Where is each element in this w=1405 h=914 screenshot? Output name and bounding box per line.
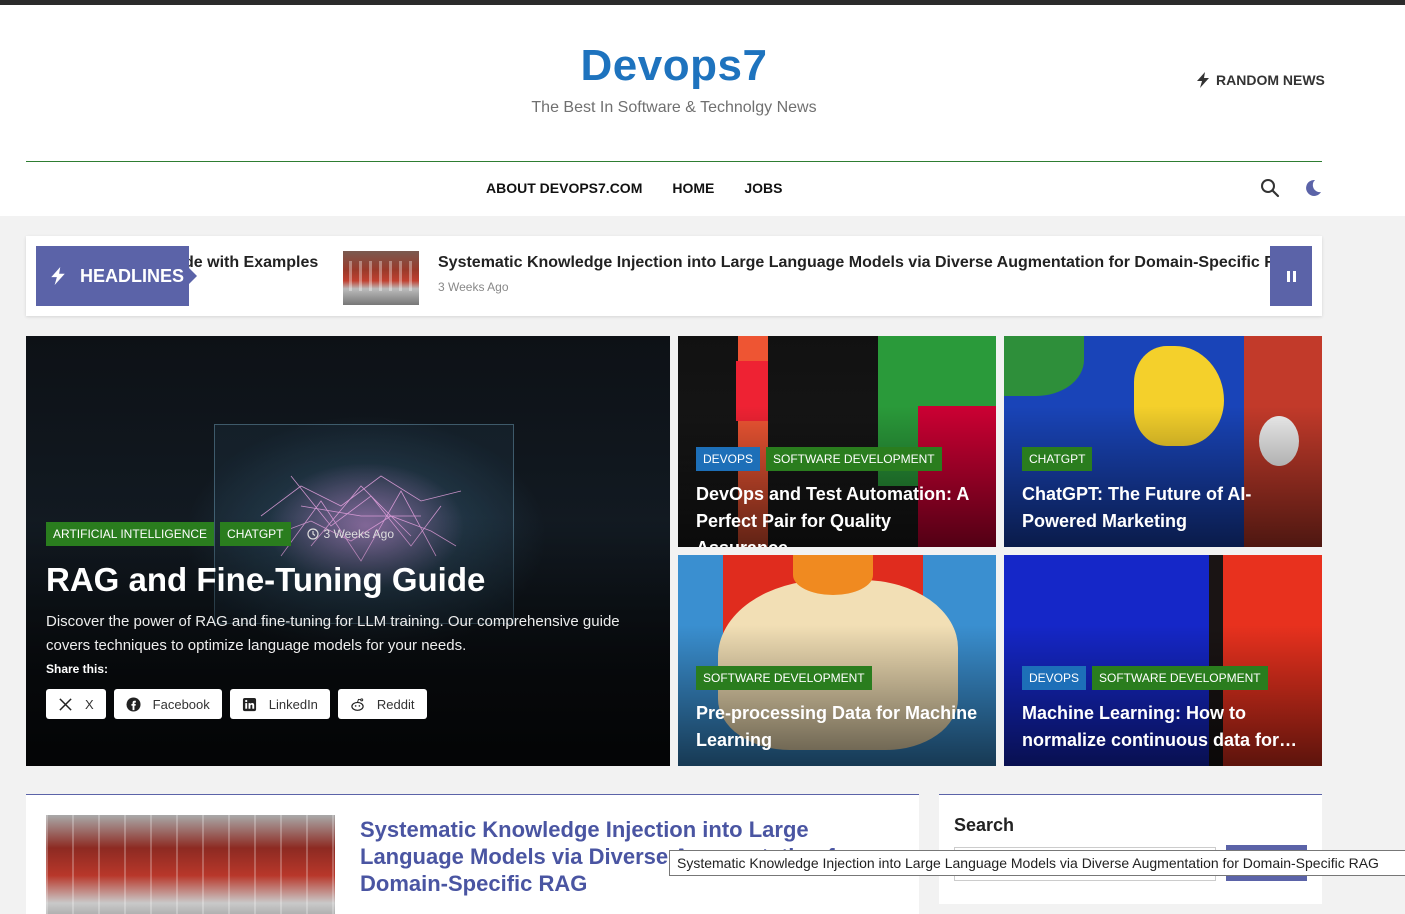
link-tooltip: Systematic Knowledge Injection into Larg… [669, 850, 1405, 876]
search-widget-title: Search [954, 815, 1015, 835]
card-categories: DEVOPS SOFTWARE DEVELOPMENT [1022, 666, 1268, 690]
share-reddit-button[interactable]: Reddit [337, 689, 427, 719]
linkedin-icon [242, 697, 256, 711]
ticker-item-time: 3 Weeks Ago [438, 280, 509, 294]
site-tagline: The Best In Software & Technolgy News [531, 99, 817, 116]
share-reddit-label: Reddit [376, 696, 415, 712]
featured-card[interactable]: DEVOPS SOFTWARE DEVELOPMENT DevOps and T… [678, 336, 996, 547]
category-badge[interactable]: CHATGPT [1022, 447, 1093, 471]
category-badge[interactable]: DEVOPS [1022, 666, 1087, 690]
reddit-icon [351, 697, 364, 711]
category-badge[interactable]: DEVOPS [696, 447, 761, 471]
headlines-text: HEADLINES [80, 265, 185, 286]
hero-post-time: 3 Weeks Ago [306, 522, 395, 546]
share-facebook-button[interactable]: Facebook [113, 689, 222, 719]
share-x-button[interactable]: X [46, 689, 106, 719]
ticker-item-fragment[interactable]: de with Examples [184, 254, 318, 272]
ticker-item-thumbnail[interactable] [343, 251, 419, 305]
nav-item-home[interactable]: HOME [672, 180, 714, 196]
share-facebook-label: Facebook [152, 696, 210, 712]
share-x-label: X [85, 696, 94, 712]
featured-card[interactable]: SOFTWARE DEVELOPMENT Pre-processing Data… [678, 555, 996, 766]
site-title[interactable]: Devops7 [0, 41, 1348, 91]
facebook-icon [126, 696, 141, 712]
sidebar-search-widget: Search [939, 794, 1322, 904]
headlines-label: HEADLINES [36, 246, 197, 306]
category-badge[interactable]: SOFTWARE DEVELOPMENT [696, 666, 872, 690]
random-news-link[interactable]: RANDOM NEWS [1196, 72, 1325, 88]
category-badge[interactable]: ARTIFICIAL INTELLIGENCE [46, 522, 215, 546]
lightning-icon [51, 267, 65, 285]
search-icon[interactable] [1260, 178, 1280, 198]
hero-excerpt: Discover the power of RAG and fine-tunin… [46, 613, 620, 654]
post-thumbnail[interactable] [46, 815, 335, 914]
header-divider [26, 161, 1322, 162]
card-categories: CHATGPT [1022, 447, 1093, 471]
site-header: Devops7 The Best In Software & Technolgy… [0, 5, 1405, 216]
ticker-pause-button[interactable] [1270, 246, 1312, 306]
category-badge[interactable]: CHATGPT [220, 522, 291, 546]
card-title[interactable]: Machine Learning: How to normalize conti… [1022, 700, 1312, 754]
ticker-track: de with Examples Systematic Knowledge In… [26, 236, 1322, 316]
nav-item-jobs[interactable]: JOBS [744, 180, 782, 196]
main-nav: ABOUT DEVOPS7.COM HOME JOBS [486, 180, 782, 196]
ticker-item-title[interactable]: Systematic Knowledge Injection into Larg… [438, 254, 1300, 272]
card-title[interactable]: DevOps and Test Automation: A Perfect Pa… [696, 481, 986, 547]
card-categories: DEVOPS SOFTWARE DEVELOPMENT [696, 447, 942, 471]
share-linkedin-button[interactable]: LinkedIn [229, 689, 330, 719]
share-label: Share this: [46, 662, 109, 676]
hero-categories: ARTIFICIAL INTELLIGENCE CHATGPT 3 Weeks … [46, 522, 394, 546]
category-badge[interactable]: SOFTWARE DEVELOPMENT [766, 447, 942, 471]
dark-mode-moon-icon[interactable] [1303, 178, 1323, 198]
hero-title[interactable]: RAG and Fine-Tuning Guide [46, 561, 485, 599]
card-categories: SOFTWARE DEVELOPMENT [696, 666, 872, 690]
hero-time-text: 3 Weeks Ago [323, 527, 395, 541]
category-badge[interactable]: SOFTWARE DEVELOPMENT [1092, 666, 1268, 690]
x-logo-icon [59, 697, 72, 711]
share-buttons: X Facebook LinkedIn Reddit [46, 689, 427, 719]
pause-icon [1286, 270, 1290, 282]
card-image [1004, 336, 1084, 396]
featured-card[interactable]: CHATGPT ChatGPT: The Future of AI-Powere… [1004, 336, 1322, 547]
lightning-icon [1197, 72, 1209, 88]
clock-icon [306, 528, 319, 540]
featured-card[interactable]: DEVOPS SOFTWARE DEVELOPMENT Machine Lear… [1004, 555, 1322, 766]
card-title[interactable]: Pre-processing Data for Machine Learning [696, 700, 986, 754]
nav-item-about[interactable]: ABOUT DEVOPS7.COM [486, 180, 642, 196]
featured-post[interactable]: ARTIFICIAL INTELLIGENCE CHATGPT 3 Weeks … [26, 336, 670, 766]
random-news-label: RANDOM NEWS [1216, 72, 1325, 88]
headlines-ticker: de with Examples Systematic Knowledge In… [26, 236, 1322, 316]
share-linkedin-label: LinkedIn [268, 696, 318, 712]
card-title[interactable]: ChatGPT: The Future of AI-Powered Market… [1022, 481, 1312, 535]
